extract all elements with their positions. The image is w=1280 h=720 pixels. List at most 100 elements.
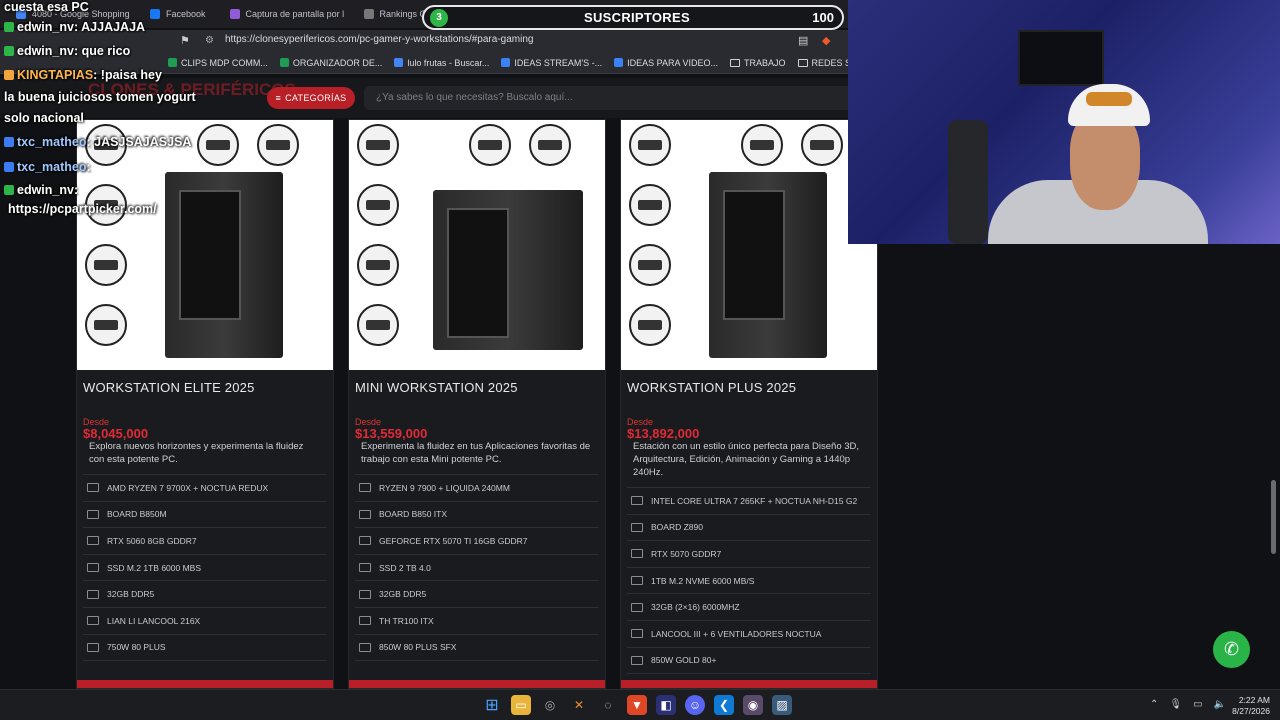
tray-overflow-icon[interactable]: ⌃ bbox=[1150, 699, 1158, 710]
spec-icon bbox=[87, 563, 99, 573]
product-image[interactable] bbox=[349, 120, 605, 370]
bookmark-label: TRABAJO bbox=[744, 57, 786, 68]
bookmark-item[interactable]: ORGANIZADOR DE... bbox=[279, 58, 382, 68]
buy-button-edge[interactable] bbox=[349, 680, 605, 688]
chat-text: : que rico bbox=[73, 44, 131, 58]
discord-icon[interactable]: ☺ bbox=[685, 695, 705, 715]
folder-icon bbox=[797, 58, 808, 67]
product-card[interactable]: MINI WORKSTATION 2025 Desde $13,559,000 Exp… bbox=[348, 119, 606, 689]
spec-icon bbox=[359, 616, 371, 626]
product-title[interactable]: WORKSTATION PLUS 2025 bbox=[627, 380, 877, 395]
buy-button-edge[interactable] bbox=[77, 680, 333, 688]
spec-icon bbox=[631, 549, 643, 559]
chat-text: : bbox=[86, 160, 91, 174]
site-search-input[interactable]: ¿Ya sabes lo que necesitas? Buscalo aquí… bbox=[364, 86, 848, 110]
spec-item: LIAN LI LANCOOL 216X bbox=[83, 608, 327, 635]
component-icon bbox=[810, 140, 834, 150]
spec-icon bbox=[359, 563, 371, 573]
chat-badge-icon bbox=[4, 162, 14, 172]
active-app-icon[interactable]: ◉ bbox=[743, 695, 763, 715]
product-image[interactable] bbox=[77, 120, 333, 370]
spec-icon bbox=[359, 642, 371, 652]
bookmark-item[interactable]: lulo frutas - Buscar... bbox=[394, 58, 489, 68]
subscriber-label: SUSCRIPTORES bbox=[584, 10, 690, 25]
doc-icon bbox=[614, 58, 624, 67]
component-icon bbox=[750, 140, 774, 150]
categories-button[interactable]: ≡ CATEGORÍAS bbox=[267, 87, 355, 109]
app-window-icon[interactable]: ◧ bbox=[656, 695, 676, 715]
sheet-icon bbox=[168, 58, 177, 67]
chat-username: edwin_nv bbox=[17, 44, 74, 58]
bookmark-label: lulo frutas - Buscar... bbox=[407, 57, 490, 68]
doc-icon bbox=[501, 58, 511, 67]
component-callout bbox=[741, 124, 783, 166]
steam-icon[interactable]: ◎ bbox=[540, 695, 560, 715]
page-scrollbar[interactable] bbox=[1271, 480, 1276, 554]
bookmark-icon[interactable]: ⚑ bbox=[180, 34, 190, 47]
spec-label: BOARD Z890 bbox=[651, 522, 703, 533]
spec-label: LIAN LI LANCOOL 216X bbox=[107, 615, 201, 626]
screen: 4080 - Google Shopping Facebook Captura de… bbox=[0, 0, 1280, 720]
component-icon bbox=[366, 200, 390, 210]
chat-username: KINGTAPIAS bbox=[17, 68, 94, 82]
tab-favicon-icon bbox=[229, 9, 240, 19]
start-menu-icon[interactable]: ⊞ bbox=[482, 695, 502, 715]
file-explorer-icon[interactable]: ▭ bbox=[511, 695, 531, 715]
brave-shield-icon[interactable]: ◆ bbox=[822, 34, 830, 47]
spec-icon bbox=[359, 509, 371, 519]
chat-text: : !paisa hey bbox=[93, 68, 162, 82]
product-price: $8,045,000 bbox=[83, 426, 149, 441]
product-image[interactable] bbox=[621, 120, 877, 370]
microphone-icon[interactable]: 🎙 bbox=[1169, 699, 1182, 710]
component-callout bbox=[629, 244, 671, 286]
spec-icon bbox=[631, 602, 643, 612]
site-info-icon[interactable]: ⚙ bbox=[205, 35, 214, 46]
component-callout bbox=[357, 184, 399, 226]
obs-icon[interactable]: ◌ bbox=[598, 695, 618, 715]
spec-icon bbox=[87, 536, 99, 546]
bookmark-item[interactable]: IDEAS PARA VIDEO... bbox=[614, 58, 718, 68]
component-icon bbox=[94, 320, 118, 330]
spec-label: BOARD B850M bbox=[107, 509, 167, 520]
brave-browser-icon[interactable]: ▼ bbox=[627, 695, 647, 715]
spec-label: INTEL CORE ULTRA 7 265KF + NOCTUA NH-D15… bbox=[651, 495, 858, 506]
tab-favicon-icon bbox=[150, 9, 160, 19]
pc-case-illustration bbox=[709, 172, 827, 358]
system-clock[interactable]: 2:22 AM 8/27/2026 bbox=[1228, 695, 1270, 717]
display-icon[interactable]: ▭ bbox=[1193, 699, 1202, 710]
product-description: Explora nuevos horizontes y experimenta … bbox=[89, 441, 304, 465]
browser-tab[interactable]: Facebook bbox=[140, 2, 216, 26]
component-icon bbox=[538, 140, 562, 150]
spec-item: SSD 2 TB 4.0 bbox=[355, 555, 599, 582]
component-icon bbox=[638, 140, 662, 150]
bookmark-item[interactable]: IDEAS STREAM'S -... bbox=[501, 58, 602, 68]
url-field[interactable]: https://clonesyperifericos.com/pc-gamer-… bbox=[225, 34, 533, 45]
bookmark-label: CLIPS MDP COMM... bbox=[181, 57, 268, 68]
component-callout bbox=[629, 124, 671, 166]
spec-label: 850W GOLD 80+ bbox=[651, 655, 717, 666]
product-card[interactable]: WORKSTATION PLUS 2025 Desde $13,892,000 Est… bbox=[620, 119, 878, 689]
product-title[interactable]: WORKSTATION ELITE 2025 bbox=[83, 380, 333, 395]
spec-item: RTX 5060 8GB GDDR7 bbox=[83, 528, 327, 555]
browser-tab[interactable]: Captura de pantalla por l bbox=[220, 2, 350, 26]
reader-mode-icon[interactable]: ▤ bbox=[798, 34, 808, 47]
spec-icon bbox=[87, 509, 99, 519]
wall-tv bbox=[1018, 30, 1104, 86]
component-icon bbox=[366, 140, 390, 150]
spec-item: BOARD B850 ITX bbox=[355, 502, 599, 529]
product-title[interactable]: MINI WORKSTATION 2025 bbox=[355, 380, 605, 395]
whatsapp-button[interactable]: ✆ bbox=[1213, 631, 1250, 668]
chat-message: solo nacional bbox=[4, 111, 84, 125]
ableton-icon[interactable]: ✕ bbox=[569, 695, 589, 715]
spec-item: 32GB (2×16) 6000MHZ bbox=[627, 594, 871, 621]
bookmark-label: IDEAS STREAM'S -... bbox=[514, 57, 603, 68]
image-viewer-icon[interactable]: ▨ bbox=[772, 695, 792, 715]
bookmark-item[interactable]: CLIPS MDP COMM... bbox=[168, 58, 268, 68]
volume-icon[interactable]: 🔈 bbox=[1214, 699, 1226, 710]
spec-label: 32GB (2×16) 6000MHZ bbox=[651, 602, 740, 613]
buy-button-edge[interactable] bbox=[621, 680, 877, 688]
bookmark-item[interactable]: TRABAJO bbox=[730, 58, 786, 68]
component-icon bbox=[638, 320, 662, 330]
chat-text: solo nacional bbox=[4, 111, 84, 125]
vscode-icon[interactable]: ❮ bbox=[714, 695, 734, 715]
